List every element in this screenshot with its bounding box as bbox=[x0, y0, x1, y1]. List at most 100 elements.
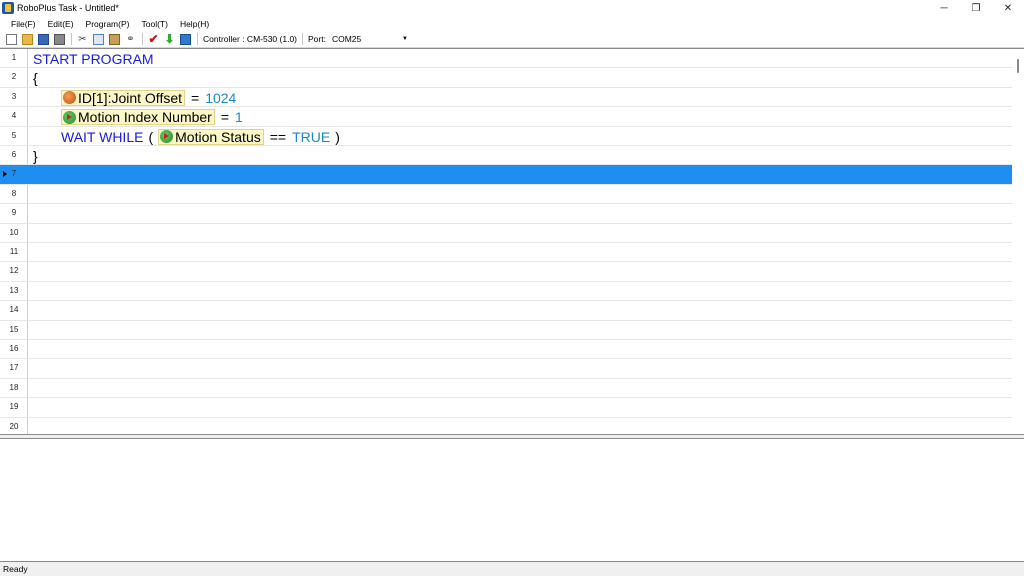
code-line-selected[interactable]: 7 bbox=[0, 165, 1012, 185]
cut-icon[interactable]: ✂ bbox=[77, 34, 88, 45]
line-number: 1 bbox=[11, 53, 17, 62]
parameter-label: ID[1]:Joint Offset bbox=[78, 89, 183, 106]
code-line[interactable]: 20 bbox=[0, 418, 1012, 434]
code-editor[interactable]: 1 START PROGRAM 2 { 3 ID[1]:Joint Offset… bbox=[0, 48, 1024, 435]
close-paren: ) bbox=[335, 128, 340, 145]
code-line[interactable]: 18 bbox=[0, 379, 1012, 399]
value-literal[interactable]: 1024 bbox=[205, 90, 236, 106]
new-file-icon[interactable] bbox=[6, 33, 17, 45]
open-brace: { bbox=[33, 70, 38, 87]
link-icon[interactable]: ⚭ bbox=[125, 34, 136, 45]
menu-program[interactable]: Program(P) bbox=[81, 19, 135, 29]
code-content: START PROGRAM bbox=[33, 51, 154, 67]
value-literal[interactable]: TRUE bbox=[292, 129, 330, 145]
code-line[interactable]: 16 bbox=[0, 340, 1012, 360]
open-paren: ( bbox=[148, 128, 154, 145]
value-literal[interactable]: 1 bbox=[235, 109, 243, 125]
vertical-scrollbar[interactable] bbox=[1012, 49, 1024, 434]
code-line[interactable]: 11 bbox=[0, 243, 1012, 263]
minimize-button[interactable]: ─ bbox=[928, 0, 960, 16]
close-brace: } bbox=[33, 148, 38, 164]
line-number: 4 bbox=[11, 111, 17, 121]
line-number: 14 bbox=[9, 305, 19, 315]
code-line[interactable]: 3 ID[1]:Joint Offset = 1024 bbox=[0, 88, 1012, 108]
menu-help[interactable]: Help(H) bbox=[175, 19, 214, 29]
port-label: Port: bbox=[308, 34, 326, 44]
code-line[interactable]: 19 bbox=[0, 398, 1012, 418]
line-number: 7 bbox=[11, 169, 17, 179]
code-line[interactable]: 15 bbox=[0, 321, 1012, 340]
code-line[interactable]: 9 bbox=[0, 204, 1012, 224]
line-number: 3 bbox=[11, 91, 17, 101]
code-line[interactable]: 14 bbox=[0, 301, 1012, 321]
operator: = bbox=[191, 89, 200, 106]
motion-play-icon bbox=[160, 130, 174, 144]
motion-play-icon bbox=[63, 110, 76, 124]
scrollbar-thumb[interactable] bbox=[1017, 59, 1019, 73]
monitor-icon[interactable] bbox=[180, 33, 191, 45]
code-content: WAIT WHILE ( Motion Status == TRUE ) bbox=[33, 128, 345, 145]
toolbar-separator bbox=[302, 33, 304, 45]
restore-button[interactable]: ❐ bbox=[960, 0, 992, 16]
parameter-block[interactable]: ID[1]:Joint Offset bbox=[61, 89, 186, 106]
code-line[interactable]: 10 bbox=[0, 224, 1012, 243]
download-icon[interactable]: ⬇ bbox=[164, 33, 175, 45]
compile-check-icon[interactable]: ✔ bbox=[148, 33, 159, 45]
operator: = bbox=[220, 109, 230, 126]
close-button[interactable]: ✕ bbox=[992, 0, 1024, 16]
code-line[interactable]: 13 bbox=[0, 282, 1012, 302]
code-line[interactable]: 17 bbox=[0, 359, 1012, 379]
title-bar: RoboPlus Task - Untitled* ─ ❐ ✕ bbox=[0, 0, 1024, 16]
status-bar: Ready bbox=[0, 562, 1024, 576]
line-number: 11 bbox=[9, 247, 19, 256]
parameter-block[interactable]: Motion Index Number bbox=[61, 109, 215, 126]
parameter-label: Motion Index Number bbox=[78, 109, 212, 126]
open-folder-icon[interactable] bbox=[22, 33, 33, 45]
line-number: 5 bbox=[11, 130, 17, 140]
line-number: 9 bbox=[11, 208, 17, 218]
code-line[interactable]: 1 START PROGRAM bbox=[0, 49, 1012, 69]
line-number: 2 bbox=[11, 72, 17, 82]
code-line[interactable]: 6 } bbox=[0, 146, 1012, 166]
line-number: 17 bbox=[9, 363, 19, 373]
code-line[interactable]: 2 { bbox=[0, 68, 1012, 88]
code-content: ID[1]:Joint Offset = 1024 bbox=[33, 89, 236, 106]
code-content: Motion Index Number = 1 bbox=[33, 109, 243, 126]
window-title: RoboPlus Task - Untitled* bbox=[17, 3, 119, 13]
operator: == bbox=[269, 128, 287, 145]
menu-tool[interactable]: Tool(T) bbox=[136, 19, 172, 29]
line-number: 18 bbox=[9, 382, 19, 392]
code-line[interactable]: 5 WAIT WHILE ( Motion Status == TRUE ) bbox=[0, 127, 1012, 146]
menu-bar: File(F) Edit(E) Program(P) Tool(T) Help(… bbox=[0, 16, 1024, 31]
toolbar-separator bbox=[71, 33, 72, 45]
line-number: 13 bbox=[9, 285, 19, 295]
output-pane[interactable] bbox=[0, 438, 1024, 562]
line-number: 8 bbox=[11, 188, 17, 198]
code-line[interactable]: 4 Motion Index Number = 1 bbox=[0, 107, 1012, 127]
code-line[interactable]: 12 bbox=[0, 262, 1012, 282]
port-value: COM25 bbox=[331, 34, 362, 44]
keyword: WAIT WHILE bbox=[61, 128, 144, 145]
port-select[interactable]: COM25 ▼ bbox=[330, 33, 410, 46]
copy-icon[interactable] bbox=[93, 33, 104, 45]
toolbar-separator bbox=[142, 33, 143, 45]
controller-label: Controller : CM-530 (1.0) bbox=[203, 34, 298, 44]
window-controls: ─ ❐ ✕ bbox=[928, 0, 1024, 16]
save-icon[interactable] bbox=[38, 33, 49, 45]
menu-edit[interactable]: Edit(E) bbox=[43, 19, 79, 29]
code-content: } bbox=[33, 148, 38, 164]
line-number: 10 bbox=[9, 227, 19, 237]
toolbar: ✂ ⚭ ✔ ⬇ Controller : CM-530 (1.0) Port: … bbox=[0, 31, 1024, 48]
print-icon[interactable] bbox=[54, 33, 65, 45]
keyword: START PROGRAM bbox=[33, 51, 154, 67]
code-content: { bbox=[33, 70, 38, 86]
menu-file[interactable]: File(F) bbox=[6, 19, 41, 29]
paste-icon[interactable] bbox=[109, 33, 120, 45]
app-icon bbox=[2, 2, 14, 14]
parameter-label: Motion Status bbox=[175, 128, 261, 145]
status-text: Ready bbox=[3, 564, 28, 574]
parameter-block[interactable]: Motion Status bbox=[158, 128, 264, 145]
line-number: 15 bbox=[9, 324, 19, 334]
code-line[interactable]: 8 bbox=[0, 185, 1012, 205]
toolbar-separator bbox=[197, 33, 198, 45]
